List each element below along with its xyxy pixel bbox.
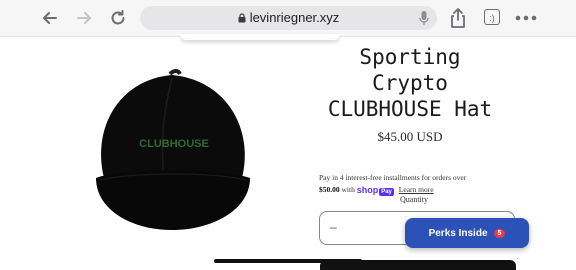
shop-pay-logo: shop Pay [357,184,394,197]
product-title: Sporting Crypto CLUBHOUSE Hat [320,44,500,122]
back-button[interactable] [38,6,62,30]
hat-image: CLUBHOUSE [96,69,250,230]
installments-with: with [341,185,355,195]
pay-badge: Pay [379,188,394,196]
product-title-line-2: Crypto [372,71,448,95]
learn-more-link[interactable]: Learn more [399,185,434,194]
product-title-line-3: CLUBHOUSE Hat [327,97,493,121]
perks-inside-button[interactable]: Perks Inside 5 [405,218,529,248]
arrow-right-icon [77,12,91,24]
tabs-button[interactable]: :) [484,9,500,25]
reload-button[interactable] [106,6,130,30]
installments-text: Pay in 4 interest-free installments for … [319,173,467,182]
more-dots-icon [515,15,537,21]
quantity-decrease-button[interactable]: – [330,220,337,234]
perks-label: Perks Inside [428,227,488,239]
page-edge-shadow [180,34,340,40]
product-title-line-1: Sporting [359,45,461,69]
share-button[interactable] [446,6,470,30]
home-indicator [214,259,362,263]
product-image[interactable]: CLUBHOUSE [82,60,262,250]
installments-info: Pay in 4 interest-free installments for … [319,172,519,197]
lock-icon [238,7,246,31]
forward-button[interactable] [72,6,96,30]
url-text: levinriegner.xyz [249,10,340,25]
quantity-label: Quantity [400,195,428,204]
more-button[interactable] [514,6,538,30]
address-bar[interactable]: levinriegner.xyz [140,6,437,30]
url-display: levinriegner.xyz [140,6,437,31]
hat-logo-text: CLUBHOUSE [139,138,209,150]
microphone-icon[interactable] [419,10,429,31]
share-icon [451,8,465,28]
product-price: $45.00 USD [377,129,443,144]
browser-toolbar: levinriegner.xyz :) [0,0,576,37]
perks-count-badge: 5 [493,228,506,238]
installments-threshold: $50.00 [319,185,340,195]
arrow-left-icon [43,12,57,24]
shop-pay-word: shop [356,185,379,195]
reload-icon [111,10,125,25]
